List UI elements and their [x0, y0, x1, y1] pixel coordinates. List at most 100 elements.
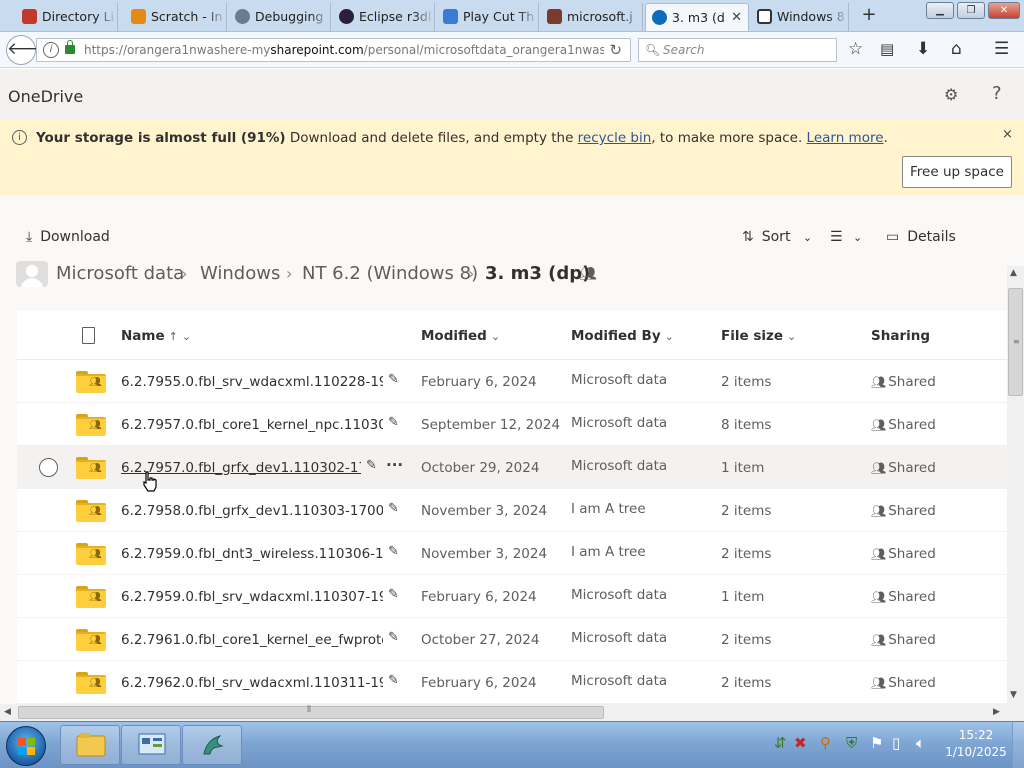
- sort-command[interactable]: ⇅ Sort ⌄: [742, 229, 812, 245]
- menu-icon[interactable]: ☰: [994, 40, 1009, 58]
- pin-icon[interactable]: ✎: [388, 673, 399, 688]
- scroll-right-icon[interactable]: ▶: [993, 707, 1000, 717]
- file-explorer-taskbar-button[interactable]: [60, 725, 120, 765]
- scroll-up-icon[interactable]: ▲: [1010, 268, 1017, 278]
- shared-folder-icon: 👥︎: [76, 457, 106, 479]
- app-title[interactable]: OneDrive: [8, 87, 83, 106]
- settings-icon[interactable]: ⚙: [944, 85, 958, 104]
- downloads-icon[interactable]: ⬇: [916, 40, 930, 58]
- browser-tab[interactable]: Eclipse r3dl: [333, 3, 435, 31]
- recycle-bin-link[interactable]: recycle bin: [578, 130, 652, 146]
- breadcrumb-item[interactable]: NT 6.2 (Windows 8): [302, 263, 478, 284]
- help-icon[interactable]: ?: [992, 83, 1002, 104]
- folder-name[interactable]: 6.2.7962.0.fbl_srv_wdacxml.110311-1930: [121, 675, 383, 691]
- volume-icon[interactable]: 🔈︎: [916, 734, 925, 752]
- close-window-button[interactable]: ✕: [988, 2, 1020, 19]
- power-icon[interactable]: ▯: [892, 734, 900, 752]
- pin-icon[interactable]: ✎: [388, 630, 399, 645]
- pin-icon[interactable]: ✎: [388, 587, 399, 602]
- column-header-modified-by[interactable]: Modified By ⌄: [571, 328, 674, 344]
- table-row[interactable]: 👥︎ 6.2.7955.0.fbl_srv_wdacxml.110228-193…: [17, 360, 1007, 403]
- browser-tab[interactable]: Windows 8: [751, 3, 849, 31]
- shield-icon[interactable]: ⛨: [846, 734, 857, 752]
- breadcrumb-item[interactable]: Microsoft data: [56, 263, 184, 284]
- shared-folder-icon: 👥︎: [76, 629, 106, 651]
- browser-tab[interactable]: Directory Li: [16, 3, 118, 31]
- search-icon[interactable]: ⚲: [820, 734, 831, 752]
- sharing-label: Shared: [888, 417, 936, 433]
- url-text[interactable]: https://orangera1nwashere-mysharepoint.c…: [84, 43, 604, 57]
- folder-name[interactable]: 6.2.7958.0.fbl_grfx_dev1.110303-1700: [121, 503, 383, 519]
- free-up-space-button[interactable]: Free up space: [902, 156, 1012, 188]
- app-taskbar-button[interactable]: [182, 725, 242, 765]
- start-button[interactable]: [6, 726, 46, 766]
- new-tab-button[interactable]: +: [859, 2, 879, 28]
- view-options-command[interactable]: ☰ ⌄: [830, 229, 862, 245]
- column-header-modified[interactable]: Modified ⌄: [421, 328, 500, 344]
- back-button[interactable]: 🡐: [6, 35, 53, 65]
- shared-people-icon: 👥︎: [871, 590, 887, 604]
- scrollbar-thumb[interactable]: ≡: [1008, 288, 1023, 396]
- download-command[interactable]: ⤓ Download: [26, 229, 110, 245]
- pin-icon[interactable]: ✎: [388, 544, 399, 559]
- hand-cursor-icon: [143, 471, 157, 492]
- table-row[interactable]: 👥︎ 6.2.7958.0.fbl_grfx_dev1.110303-1700 …: [17, 489, 1007, 532]
- pin-icon[interactable]: ✎: [388, 372, 399, 387]
- folder-name[interactable]: 6.2.7955.0.fbl_srv_wdacxml.110228-1930: [121, 374, 383, 390]
- vertical-scrollbar[interactable]: ▲ ≡ ▼: [1007, 266, 1024, 704]
- horizontal-scrollbar[interactable]: ◀ ⦀ ▶: [0, 704, 1024, 721]
- chevron-right-icon: ›: [286, 264, 293, 283]
- learn-more-link[interactable]: Learn more: [807, 130, 884, 146]
- reading-list-icon[interactable]: ▤: [880, 40, 894, 58]
- action-center-flag-icon[interactable]: ⚑: [870, 734, 883, 752]
- scrollbar-thumb[interactable]: ⦀: [18, 705, 604, 719]
- breadcrumb-item[interactable]: Windows: [200, 263, 280, 284]
- pin-icon[interactable]: ✎: [388, 415, 399, 430]
- shared-people-icon: 👥︎: [579, 266, 597, 282]
- reload-icon[interactable]: ↻: [609, 41, 622, 59]
- column-header-file-size[interactable]: File size ⌄: [721, 328, 796, 344]
- browser-tab[interactable]: Play Cut Th: [437, 3, 539, 31]
- folder-name[interactable]: 6.2.7961.0.fbl_core1_kernel_ee_fwproto_l…: [121, 632, 383, 648]
- folder-name[interactable]: 6.2.7959.0.fbl_dnt3_wireless.110306-1800: [121, 546, 383, 562]
- details-pane-icon: ▭: [886, 229, 900, 245]
- scroll-left-icon[interactable]: ◀: [4, 707, 11, 717]
- details-command[interactable]: ▭ Details: [886, 229, 956, 245]
- pin-icon[interactable]: ✎: [366, 458, 377, 473]
- site-info-icon[interactable]: i: [43, 42, 59, 58]
- windows-logo-icon: [18, 738, 36, 756]
- home-icon[interactable]: ⌂: [951, 40, 962, 58]
- clock-date[interactable]: 1/10/2025: [944, 745, 1008, 759]
- table-row[interactable]: 👥︎ 6.2.7959.0.fbl_srv_wdacxml.110307-193…: [17, 575, 1007, 618]
- pin-icon[interactable]: ✎: [388, 501, 399, 516]
- folder-name[interactable]: 6.2.7959.0.fbl_srv_wdacxml.110307-1930: [121, 589, 383, 605]
- folder-name[interactable]: 6.2.7957.0.fbl_core1_kernel_npc.110302-.…: [121, 417, 383, 433]
- show-desktop-button[interactable]: [1012, 722, 1024, 768]
- close-banner-icon[interactable]: ×: [1002, 127, 1013, 142]
- column-header-sharing[interactable]: Sharing: [871, 328, 930, 344]
- table-row[interactable]: 👥︎ 6.2.7957.0.fbl_grfx_dev1.110302-1750 …: [17, 446, 1007, 489]
- minimize-window-button[interactable]: ▁: [926, 2, 954, 19]
- close-tab-icon[interactable]: ✕: [731, 4, 742, 31]
- scroll-down-icon[interactable]: ▼: [1010, 690, 1017, 700]
- address-bar[interactable]: i https://orangera1nwashere-mysharepoint…: [36, 38, 631, 62]
- network-icon[interactable]: ⇵: [774, 734, 787, 752]
- maximize-window-button[interactable]: ❐: [957, 2, 985, 19]
- bookmark-star-icon[interactable]: ☆: [848, 40, 863, 58]
- row-select-checkbox[interactable]: [39, 458, 58, 477]
- browser-search-input[interactable]: 🔍︎ Search: [638, 38, 837, 62]
- clock-time[interactable]: 15:22: [948, 728, 1004, 742]
- browser-tab[interactable]: microsoft.j: [541, 3, 643, 31]
- table-row[interactable]: 👥︎ 6.2.7957.0.fbl_core1_kernel_npc.11030…: [17, 403, 1007, 446]
- sharing-status: 👥︎ Shared: [871, 460, 936, 476]
- more-actions-icon[interactable]: ···: [386, 456, 403, 474]
- browser-tab[interactable]: Debugging: [229, 3, 331, 31]
- table-row[interactable]: 👥︎ 6.2.7959.0.fbl_dnt3_wireless.110306-1…: [17, 532, 1007, 575]
- control-panel-taskbar-button[interactable]: [121, 725, 181, 765]
- table-row[interactable]: 👥︎ 6.2.7961.0.fbl_core1_kernel_ee_fwprot…: [17, 618, 1007, 661]
- browser-tab[interactable]: Scratch - In: [125, 3, 227, 31]
- security-alert-icon[interactable]: ✖: [794, 734, 807, 752]
- table-row[interactable]: 👥︎ 6.2.7962.0.fbl_srv_wdacxml.110311-193…: [17, 661, 1007, 704]
- column-header-name[interactable]: Name ↑ ⌄: [121, 328, 191, 344]
- browser-tab-active[interactable]: 3. m3 (d ✕: [645, 3, 749, 31]
